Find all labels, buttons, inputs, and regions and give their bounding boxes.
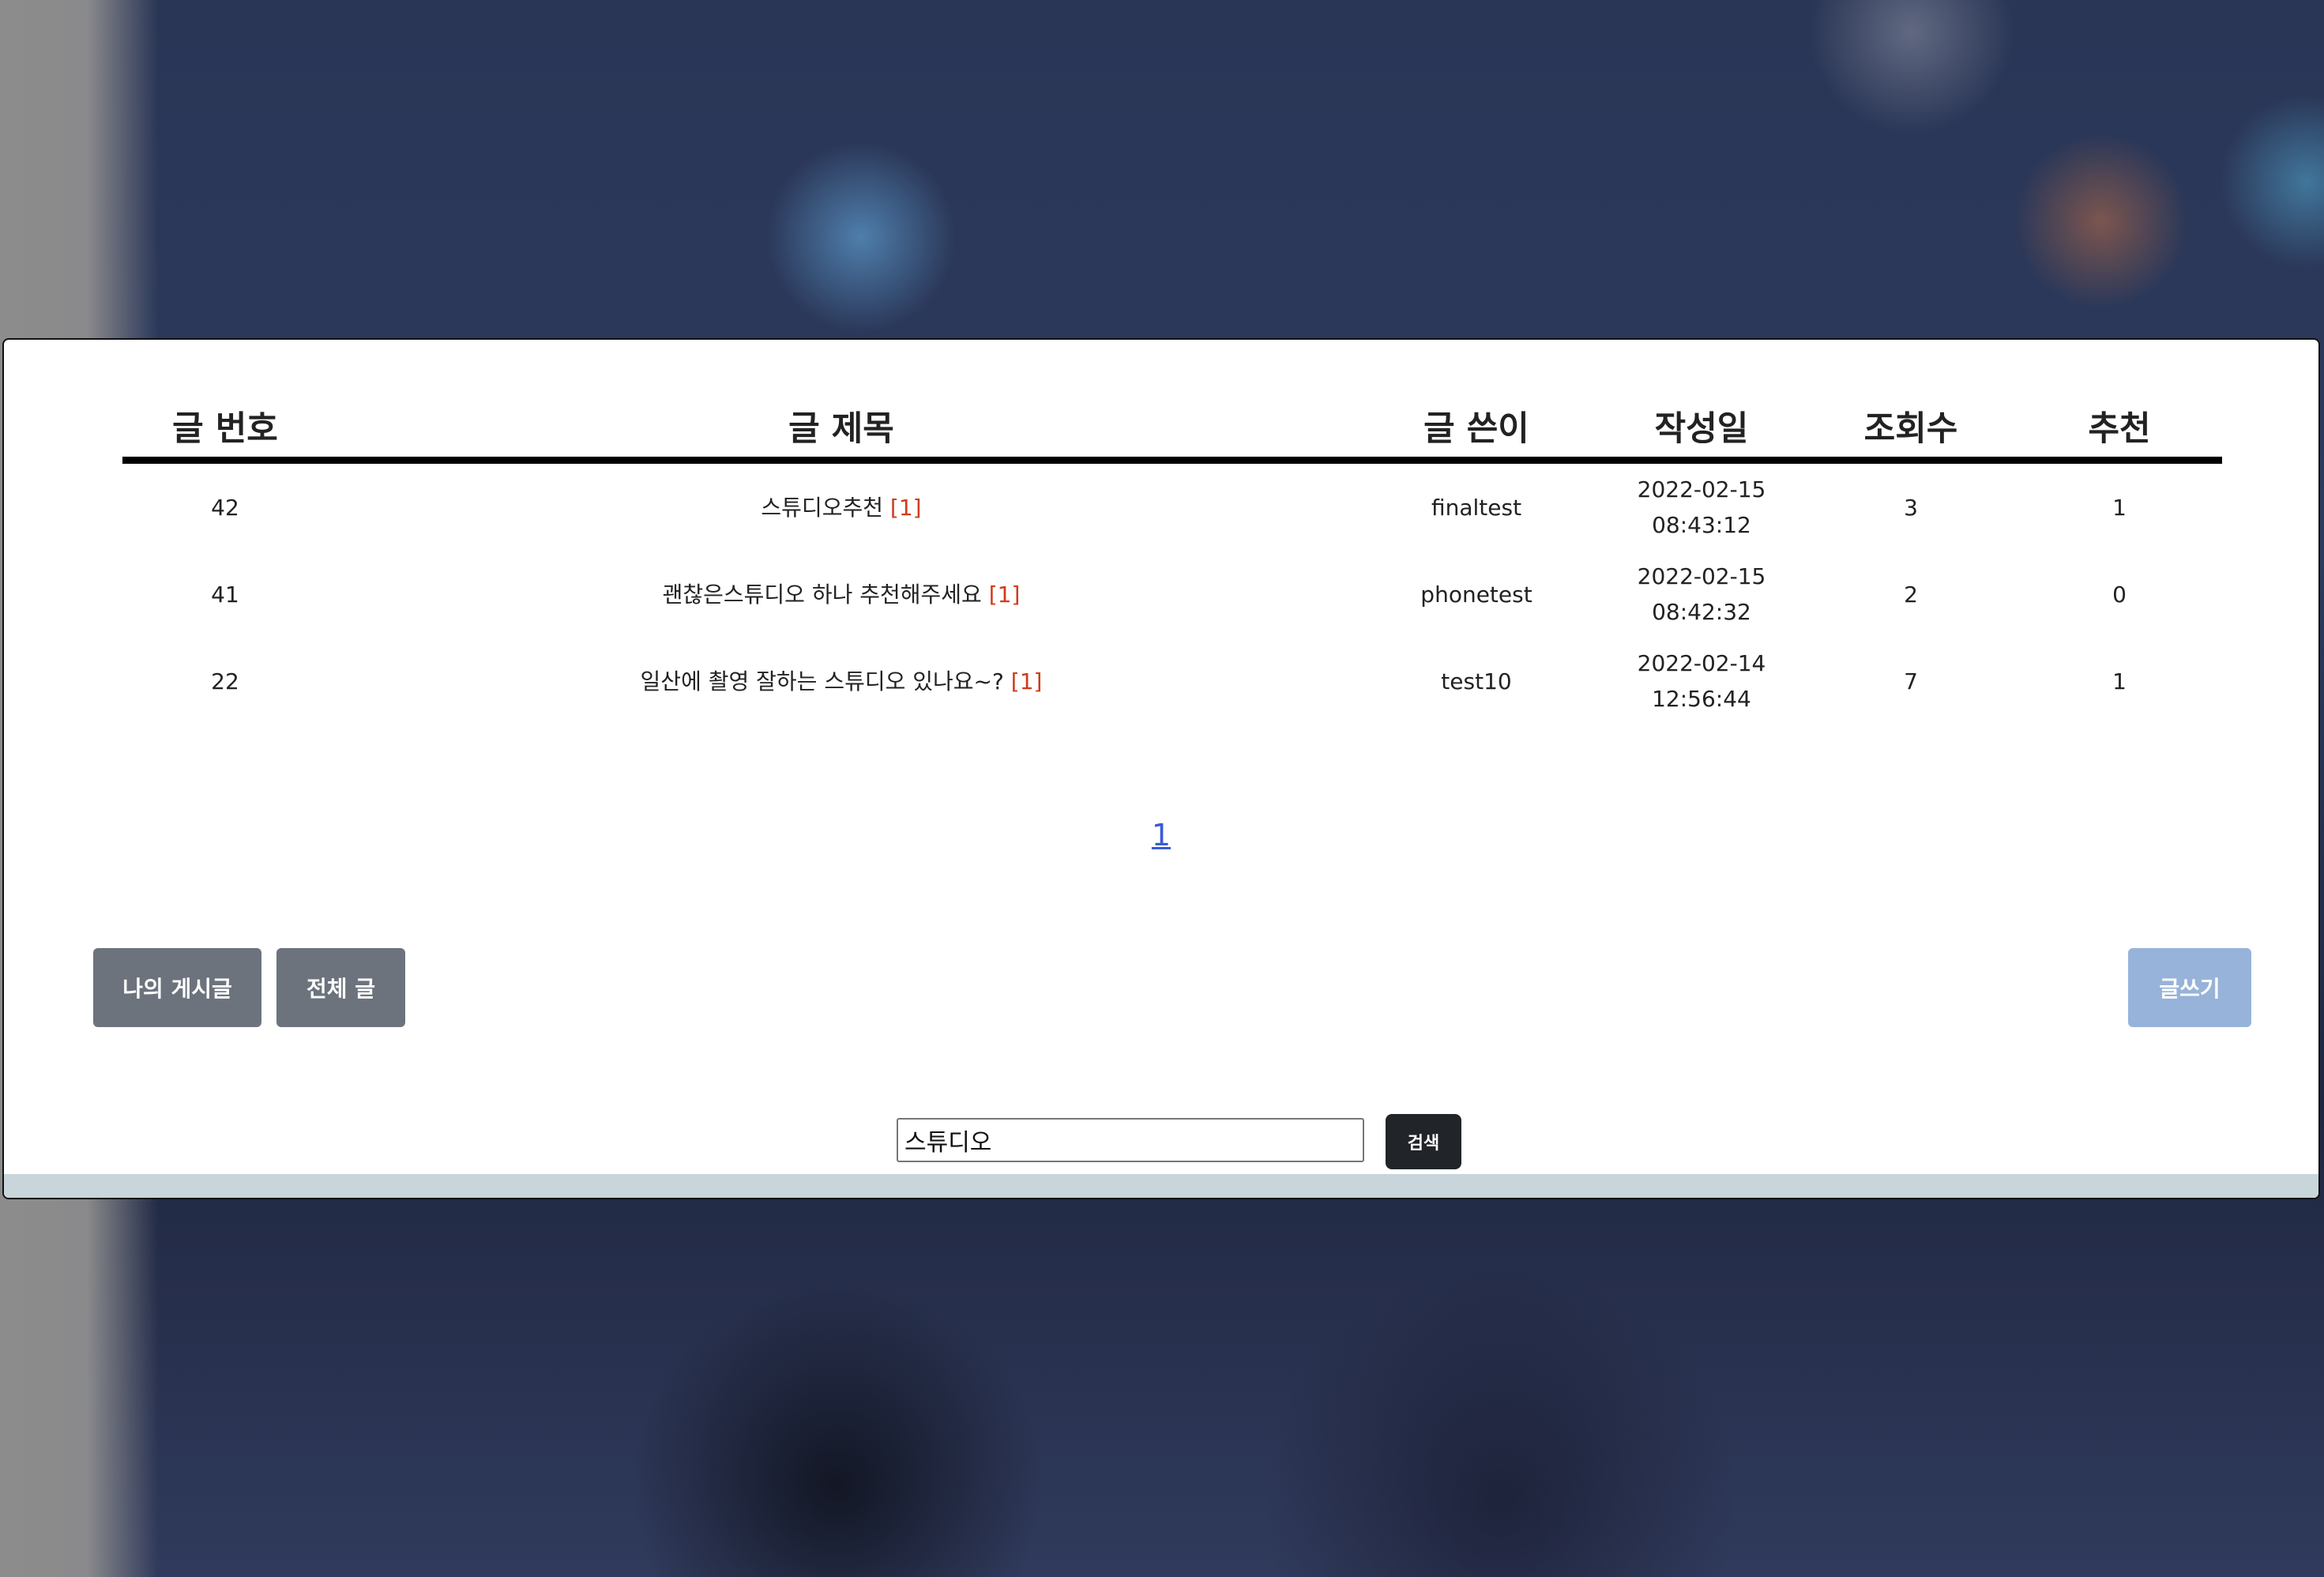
table-header-row: 글 번호 글 제목 글 쓴이 작성일 조회수 추천 xyxy=(122,387,2222,464)
post-author: phonetest xyxy=(1420,581,1532,608)
post-title-link[interactable]: 괜찮은스튜디오 하나 추천해주세요 xyxy=(663,581,982,608)
post-title-cell[interactable]: 스튜디오추천 [1] xyxy=(328,461,1355,551)
post-number: 22 xyxy=(211,668,239,694)
post-likes: 1 xyxy=(2112,668,2127,694)
post-number: 42 xyxy=(211,494,239,521)
post-title-link[interactable]: 일산에 촬영 잘하는 스튜디오 있나요~? xyxy=(641,668,1004,694)
table-row[interactable]: 22 일산에 촬영 잘하는 스튜디오 있나요~? [1] test10 2022… xyxy=(122,638,2222,725)
header-date: 작성일 xyxy=(1598,387,1805,464)
comment-count: [1] xyxy=(988,581,1021,608)
post-date: 2022-02-15 08:43:12 xyxy=(1598,461,1805,551)
post-title-cell[interactable]: 괜찮은스튜디오 하나 추천해주세요 [1] xyxy=(328,551,1355,638)
post-date: 2022-02-15 08:42:32 xyxy=(1598,551,1805,638)
board-window: 글 번호 글 제목 글 쓴이 작성일 조회수 추천 42 스튜디오추천 [1] … xyxy=(2,338,2320,1199)
comment-count: [1] xyxy=(889,494,922,521)
table-row[interactable]: 42 스튜디오추천 [1] finaltest 2022-02-15 08:43… xyxy=(122,461,2222,551)
header-post-title: 글 제목 xyxy=(328,387,1355,464)
write-post-button[interactable]: 글쓰기 xyxy=(2128,948,2251,1027)
page-link-1[interactable]: 1 xyxy=(1152,818,1171,852)
post-views: 2 xyxy=(1904,581,1918,608)
post-likes: 0 xyxy=(2112,581,2127,608)
post-title-cell[interactable]: 일산에 촬영 잘하는 스튜디오 있나요~? [1] xyxy=(328,638,1355,725)
table-row[interactable]: 41 괜찮은스튜디오 하나 추천해주세요 [1] phonetest 2022-… xyxy=(122,551,2222,638)
post-likes: 1 xyxy=(2112,494,2127,521)
post-date-day: 2022-02-15 xyxy=(1637,476,1766,502)
comment-count: [1] xyxy=(1010,668,1043,694)
post-date-day: 2022-02-14 xyxy=(1637,650,1766,676)
header-author: 글 쓴이 xyxy=(1355,387,1598,464)
post-date-day: 2022-02-15 xyxy=(1637,563,1766,589)
search-button[interactable]: 검색 xyxy=(1386,1114,1461,1169)
window-footer-strip xyxy=(4,1174,2318,1198)
header-likes: 추천 xyxy=(2017,387,2222,464)
post-author: test10 xyxy=(1441,668,1512,694)
header-views: 조회수 xyxy=(1805,387,2017,464)
post-date-time: 08:42:32 xyxy=(1652,599,1751,625)
post-views: 7 xyxy=(1904,668,1918,694)
post-views: 3 xyxy=(1904,494,1918,521)
post-table: 글 번호 글 제목 글 쓴이 작성일 조회수 추천 42 스튜디오추천 [1] … xyxy=(122,387,2222,725)
post-date-time: 08:43:12 xyxy=(1652,512,1751,538)
post-title-link[interactable]: 스튜디오추천 xyxy=(761,495,883,521)
header-post-number: 글 번호 xyxy=(122,387,328,464)
post-date-time: 12:56:44 xyxy=(1652,686,1751,712)
post-author: finaltest xyxy=(1431,494,1522,521)
post-date: 2022-02-14 12:56:44 xyxy=(1598,638,1805,725)
search-input[interactable] xyxy=(897,1118,1364,1162)
post-number: 41 xyxy=(211,581,239,608)
pagination: 1 xyxy=(4,818,2318,852)
all-posts-button[interactable]: 전체 글 xyxy=(276,948,405,1027)
my-posts-button[interactable]: 나의 게시글 xyxy=(93,948,261,1027)
